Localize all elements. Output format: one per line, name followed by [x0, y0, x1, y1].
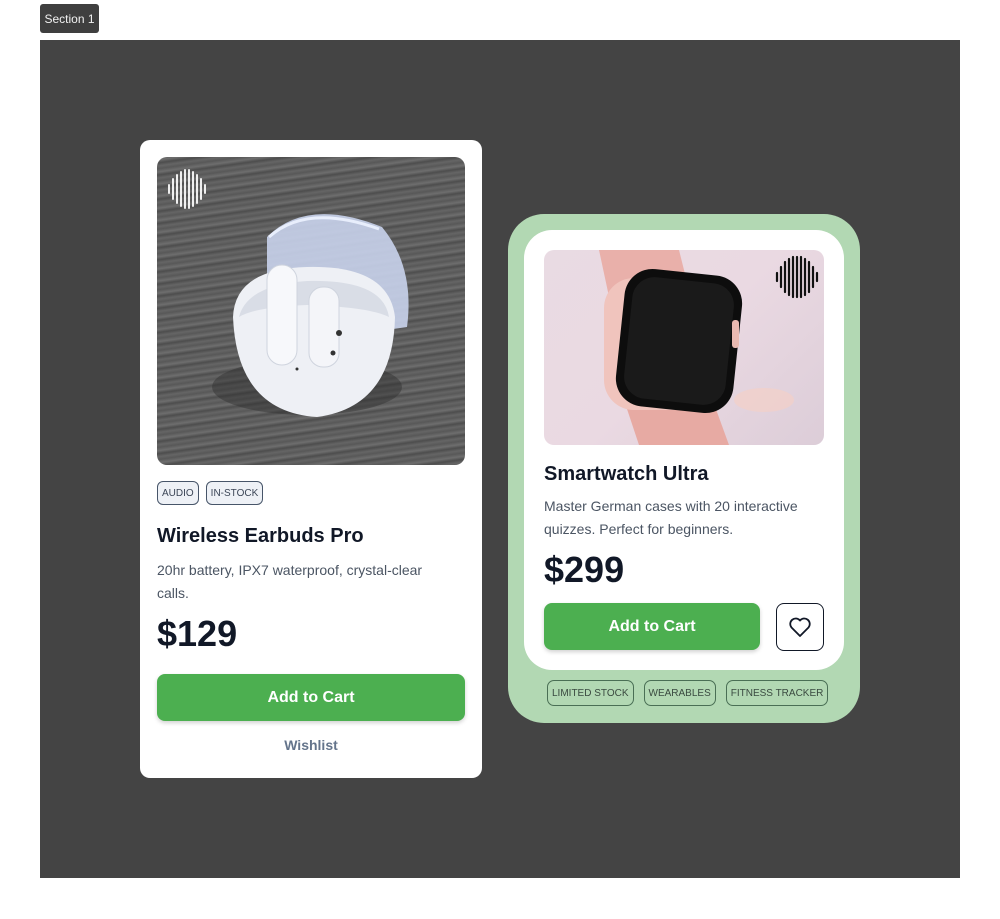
soundwave-icon — [168, 169, 206, 209]
product-description: 20hr battery, IPX7 waterproof, crystal-c… — [157, 562, 423, 601]
product-card-body: Smartwatch Ultra Master German cases wit… — [524, 230, 844, 670]
tag-limited-stock: LIMITED STOCK — [547, 680, 634, 706]
tag-list: LIMITED STOCK WEARABLES FITNESS TRACKER — [547, 680, 829, 706]
tag-in-stock: IN-STOCK — [205, 481, 264, 505]
product-price: $129 — [157, 613, 238, 654]
canvas: AUDIO IN-STOCK Wireless Earbuds Pro 20hr… — [40, 40, 960, 878]
product-title: Smartwatch Ultra — [544, 463, 709, 485]
product-card-smartwatch: Smartwatch Ultra Master German cases wit… — [508, 214, 860, 723]
product-card-earbuds: AUDIO IN-STOCK Wireless Earbuds Pro 20hr… — [140, 140, 482, 778]
product-image-smartwatch — [544, 250, 824, 445]
product-title: Wireless Earbuds Pro — [157, 525, 364, 547]
add-to-cart-button[interactable]: Add to Cart — [157, 674, 465, 721]
wishlist-link[interactable]: Wishlist — [157, 737, 465, 753]
add-to-cart-button[interactable]: Add to Cart — [544, 603, 760, 650]
tag-list: AUDIO IN-STOCK — [157, 481, 264, 505]
favorite-button[interactable] — [776, 603, 824, 651]
heart-icon — [789, 617, 811, 637]
product-image-earbuds — [157, 157, 465, 465]
tag-fitness-tracker: FITNESS TRACKER — [725, 680, 829, 706]
section-label: Section 1 — [40, 4, 99, 33]
product-description: Master German cases with 20 interactive … — [544, 498, 798, 537]
product-price: $299 — [544, 549, 625, 590]
soundwave-icon — [775, 255, 819, 299]
tag-audio: AUDIO — [157, 481, 199, 505]
tag-wearables: WEARABLES — [643, 680, 716, 706]
